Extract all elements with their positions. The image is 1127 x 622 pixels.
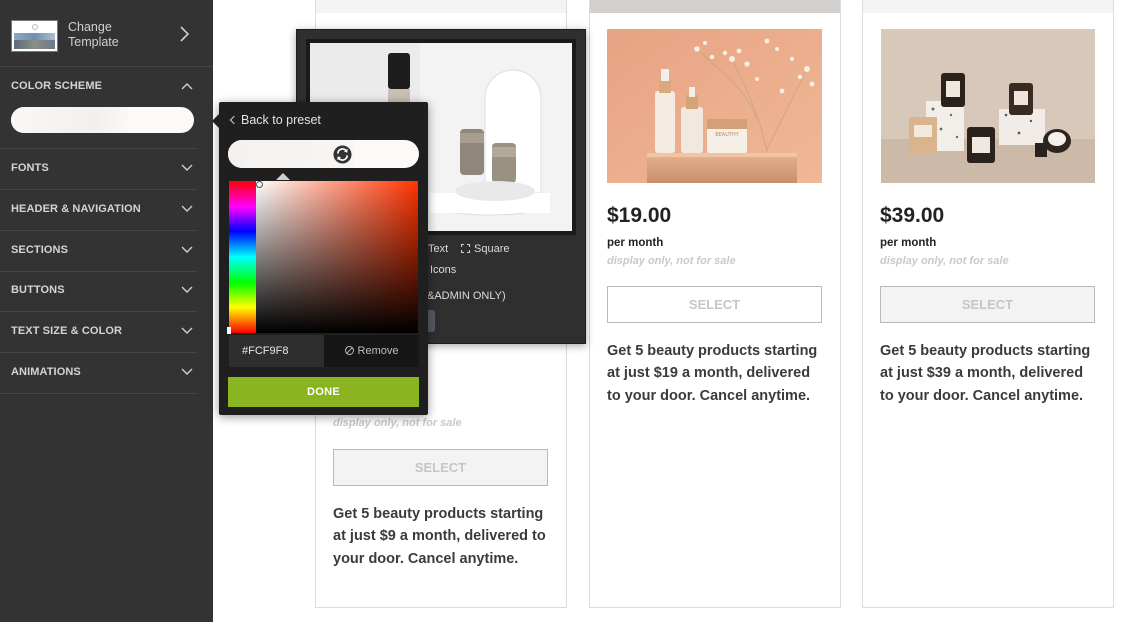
sidebar-section-animations[interactable]: ANIMATIONS [0,353,197,394]
chevron-down-icon [181,327,193,334]
hue-slider-handle[interactable] [227,327,231,334]
swatch-caret [276,173,290,180]
product-image [881,29,1095,183]
chevron-down-icon [181,205,193,212]
color-selector-handle[interactable] [256,181,263,188]
sidebar-section-sections[interactable]: SECTIONS [0,231,197,272]
card-header-bar [863,0,1113,13]
chevron-down-icon [181,368,193,375]
sidebar-section-text-size-color[interactable]: TEXT SIZE & COLOR [0,312,197,353]
sidebar-section-color-scheme[interactable]: COLOR SCHEME [0,67,197,149]
color-picker-popup: Back to preset Remove DONE [212,102,428,415]
hex-input[interactable] [229,335,324,367]
card-disclaimer: display only, not for sale [333,417,462,429]
template-thumbnail [11,20,58,52]
card-disclaimer: display only, not for sale [880,255,1009,267]
section-label: COLOR SCHEME [11,80,103,92]
section-label: TEXT SIZE & COLOR [11,325,123,337]
section-label: ANIMATIONS [11,366,81,378]
card-disclaimer: display only, not for sale [607,255,736,267]
section-label: FONTS [11,162,49,174]
pricing-card: BEAUTHY $19.00 per month display only, n… [589,0,841,608]
section-label: HEADER & NAVIGATION [11,203,141,215]
card-period: per month [880,237,937,249]
sidebar-section-buttons[interactable]: BUTTONS [0,271,197,312]
chevron-down-icon [181,286,193,293]
refresh-icon[interactable] [333,145,352,164]
current-color-swatch[interactable] [228,140,419,168]
card-header-bar [316,0,566,13]
sidebar-section-header-navigation[interactable]: HEADER & NAVIGATION [0,190,197,231]
chevron-right-icon [180,26,190,42]
section-label: SECTIONS [11,244,69,256]
card-header-bar [590,0,840,13]
product-image: BEAUTHY [607,29,822,183]
option-square[interactable]: Square [461,243,509,255]
option-icons[interactable]: Icons [430,264,456,276]
jar-label: BEAUTHY [715,132,739,138]
card-price: $39.00 [880,204,945,227]
chevron-left-icon [229,115,239,125]
select-button[interactable]: SELECT [333,449,548,486]
back-to-preset-link[interactable]: Back to preset [229,113,321,127]
card-description: Get 5 beauty products starting at just $… [607,343,818,404]
done-button[interactable]: DONE [228,377,419,407]
select-button[interactable]: SELECT [880,286,1095,323]
square-crop-icon [461,244,470,253]
card-description: Get 5 beauty products starting at just $… [333,506,546,567]
editor-sidebar: Change Template COLOR SCHEME FONTS HEADE… [0,0,213,622]
chevron-down-icon [181,164,193,171]
remove-label: Remove [357,345,399,357]
hue-slider[interactable] [227,181,256,334]
option-text[interactable]: Text [428,243,448,255]
select-button[interactable]: SELECT [607,286,822,323]
card-price: $19.00 [607,204,672,227]
pricing-card: $39.00 per month display only, not for s… [862,0,1114,608]
change-template-label: Change Template [68,20,119,49]
chevron-up-icon [181,83,193,90]
sidebar-section-fonts[interactable]: FONTS [0,149,197,190]
change-template-button[interactable]: Change Template [0,0,213,67]
card-description: Get 5 beauty products starting at just $… [880,343,1091,404]
ban-icon [344,346,354,355]
color-scheme-swatch[interactable] [11,107,194,133]
option-square-label: Square [474,243,510,255]
card-period: per month [607,237,664,249]
option-admin: &ADMIN ONLY) [427,290,506,302]
section-label: BUTTONS [11,284,65,296]
remove-color-button[interactable]: Remove [324,335,419,367]
saturation-value-field[interactable] [256,181,418,333]
popup-pointer [212,114,219,128]
chevron-down-icon [181,246,193,253]
back-to-preset-label: Back to preset [241,113,321,127]
